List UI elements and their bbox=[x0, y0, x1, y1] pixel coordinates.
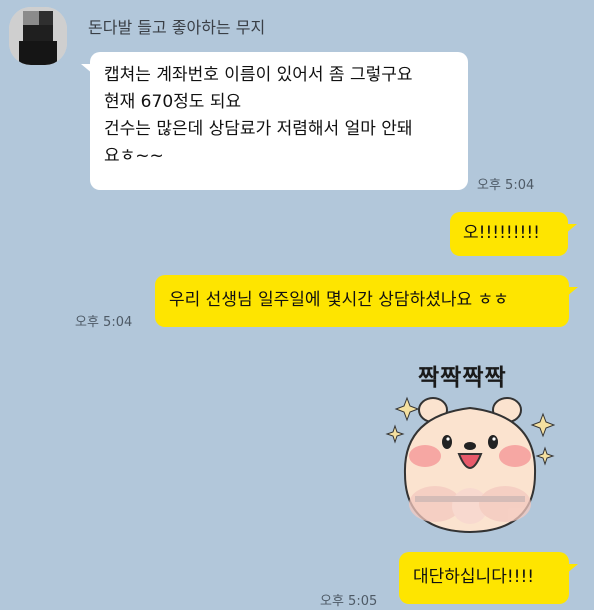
outgoing-message-bubble[interactable]: 우리 선생님 일주일에 몇시간 상담하셨나요 ㅎㅎ bbox=[155, 275, 578, 327]
avatar[interactable] bbox=[9, 7, 67, 65]
message-line: 대단하십니다!!!! bbox=[413, 567, 535, 587]
incoming-message-bubble[interactable]: 캡쳐는 계좌번호 이름이 있어서 좀 그렇구요 현재 670정도 되요 건수는 … bbox=[81, 52, 468, 190]
message-timestamp: 오후 5:05 bbox=[320, 594, 378, 609]
message-line: 건수는 많은데 상담료가 저렴해서 얼마 안돼 bbox=[104, 119, 413, 139]
message-line: 요ㅎ~~ bbox=[104, 146, 164, 166]
message-timestamp: 오후 5:04 bbox=[75, 315, 133, 330]
cheek-squish-bear-sticker[interactable] bbox=[385, 356, 555, 536]
outgoing-message-bubble[interactable]: 오!!!!!!!!! bbox=[450, 212, 577, 256]
message-line: 우리 선생님 일주일에 몇시간 상담하셨나요 ㅎㅎ bbox=[169, 290, 509, 310]
message-line: 오!!!!!!!!! bbox=[463, 223, 540, 243]
message-line: 캡쳐는 계좌번호 이름이 있어서 좀 그렇구요 bbox=[104, 65, 413, 85]
outgoing-message-bubble[interactable]: 대단하십니다!!!! bbox=[399, 552, 578, 604]
message-timestamp: 오후 5:04 bbox=[477, 178, 535, 193]
message-line: 현재 670정도 되요 bbox=[104, 92, 242, 112]
sender-name: 돈다발 들고 좋아하는 무지 bbox=[88, 18, 266, 37]
